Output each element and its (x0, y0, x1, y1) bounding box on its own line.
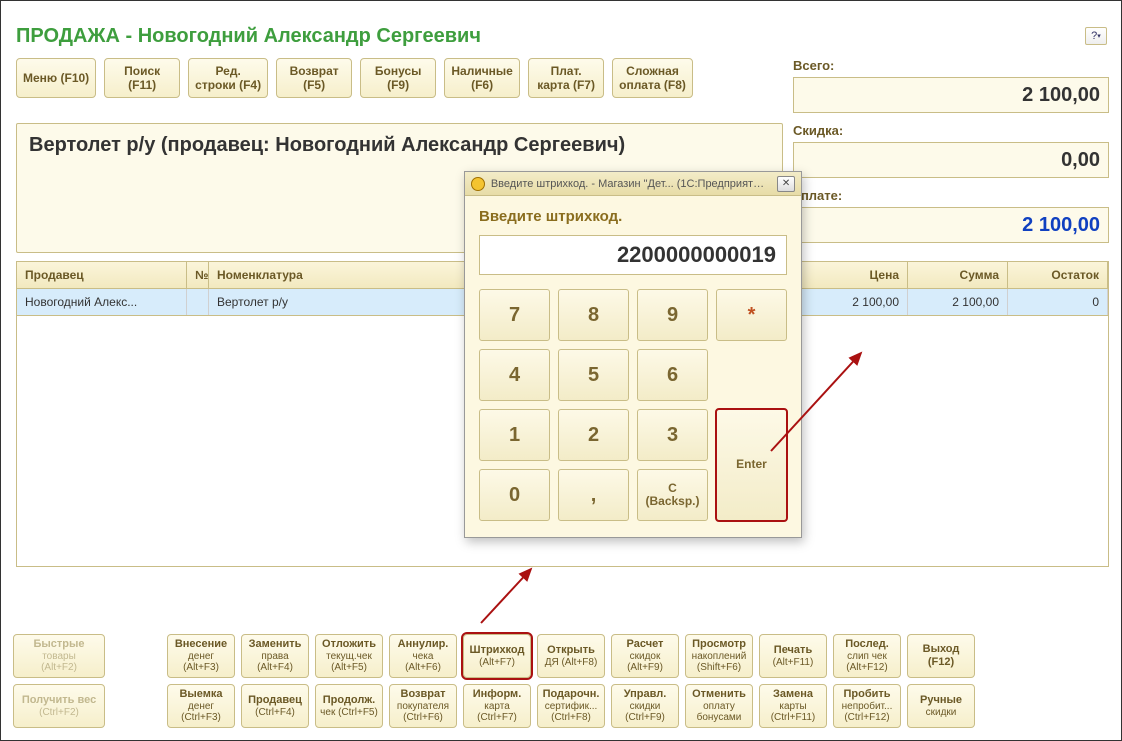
col-seller-header[interactable]: Продавец (17, 262, 187, 288)
top-button-1[interactable]: Поиск(F11) (104, 58, 180, 98)
top-button-7[interactable]: Сложнаяоплата (F8) (612, 58, 693, 98)
top-button-3[interactable]: Возврат(F5) (276, 58, 352, 98)
page-title: ПРОДАЖА - Новогодний Александр Сергеевич (1, 1, 1121, 58)
key-9[interactable]: 9 (637, 289, 708, 341)
bottom-button[interactable]: Информ.карта(Ctrl+F7) (463, 684, 531, 728)
col-rest-header[interactable]: Остаток (1008, 262, 1108, 288)
annotation-arrow-icon (476, 561, 556, 631)
key-comma[interactable]: , (558, 469, 629, 521)
bottom-button[interactable]: Расчетскидок(Alt+F9) (611, 634, 679, 678)
dialog-titlebar[interactable]: Введите штрихкод. - Магазин "Дет... (1С:… (465, 172, 801, 196)
bottom-button[interactable]: Штрихкод(Alt+F7) (463, 634, 531, 678)
top-button-4[interactable]: Бонусы(F9) (360, 58, 436, 98)
key-4[interactable]: 4 (479, 349, 550, 401)
bottom-button[interactable]: Выемкаденег(Ctrl+F3) (167, 684, 235, 728)
bottom-button[interactable]: Заменитьправа(Alt+F4) (241, 634, 309, 678)
key-1[interactable]: 1 (479, 409, 550, 461)
key-backspace[interactable]: C (Backsp.) (637, 469, 708, 521)
total-skidka-value: 0,00 (793, 142, 1109, 178)
bottom-button[interactable]: Печать(Alt+F11) (759, 634, 827, 678)
close-icon[interactable]: ✕ (777, 176, 795, 192)
bottom-button[interactable]: Ручныескидки (907, 684, 975, 728)
total-koplate-value: 2 100,00 (793, 207, 1109, 243)
bottom-button[interactable]: Отложитьтекущ.чек(Alt+F5) (315, 634, 383, 678)
key-enter[interactable]: Enter (716, 409, 787, 521)
bottom-button[interactable]: Аннулир.чека(Alt+F6) (389, 634, 457, 678)
bottom-button[interactable]: Заменакарты(Ctrl+F11) (759, 684, 827, 728)
top-button-0[interactable]: Меню (F10) (16, 58, 96, 98)
help-icon[interactable]: ?▾ (1085, 27, 1107, 45)
bottom-button[interactable]: Выход (F12) (907, 634, 975, 678)
bottom-button: Быстрыетовары(Alt+F2) (13, 634, 105, 678)
col-sum-header[interactable]: Сумма (908, 262, 1008, 288)
bottom-button[interactable]: Возвратпокупателя(Ctrl+F6) (389, 684, 457, 728)
total-vsego-value: 2 100,00 (793, 77, 1109, 113)
bottom-button[interactable]: Подарочн.сертифик...(Ctrl+F8) (537, 684, 605, 728)
top-button-2[interactable]: Ред.строки (F4) (188, 58, 268, 98)
total-vsego-label: Всего: (793, 58, 1109, 73)
bottom-button[interactable]: Продавец(Ctrl+F4) (241, 684, 309, 728)
key-5[interactable]: 5 (558, 349, 629, 401)
top-button-6[interactable]: Плат.карта (F7) (528, 58, 604, 98)
bottom-button[interactable]: Продолж.чек (Ctrl+F5) (315, 684, 383, 728)
bottom-button[interactable]: Пробитьнепробит...(Ctrl+F12) (833, 684, 901, 728)
bottom-button[interactable]: Отменитьоплатубонусами (685, 684, 753, 728)
app-icon (471, 177, 485, 191)
key-6[interactable]: 6 (637, 349, 708, 401)
bottom-button[interactable]: Послед.слип чек(Alt+F12) (833, 634, 901, 678)
key-8[interactable]: 8 (558, 289, 629, 341)
bottom-button[interactable]: Управл.скидки(Ctrl+F9) (611, 684, 679, 728)
keypad: 7 8 9 * 4 5 6 1 2 3 Enter 0 , C (Backsp.… (479, 289, 787, 521)
bottom-button[interactable]: Внесениеденег(Alt+F3) (167, 634, 235, 678)
key-multiply[interactable]: * (716, 289, 787, 341)
total-koplate-label: оплате: (793, 188, 1109, 203)
barcode-input[interactable] (479, 235, 787, 275)
total-skidka-label: Скидка: (793, 123, 1109, 138)
bottom-toolbar: Быстрыетовары(Alt+F2) Внесениеденег(Alt+F… (13, 634, 1109, 734)
col-idx-header[interactable]: № (187, 262, 209, 288)
key-2[interactable]: 2 (558, 409, 629, 461)
barcode-dialog: Введите штрихкод. - Магазин "Дет... (1С:… (464, 171, 802, 538)
key-0[interactable]: 0 (479, 469, 550, 521)
top-toolbar: Меню (F10)Поиск(F11)Ред.строки (F4)Возвр… (16, 58, 693, 98)
bottom-button[interactable]: ОткрытьДЯ (Alt+F8) (537, 634, 605, 678)
col-price-header[interactable]: Цена (798, 262, 908, 288)
key-3[interactable]: 3 (637, 409, 708, 461)
dialog-heading: Введите штрихкод. (479, 208, 787, 225)
bottom-button[interactable]: Просмотрнакоплений(Shift+F6) (685, 634, 753, 678)
key-7[interactable]: 7 (479, 289, 550, 341)
bottom-button: Получить вес(Ctrl+F2) (13, 684, 105, 728)
top-button-5[interactable]: Наличные(F6) (444, 58, 520, 98)
dialog-window-title: Введите штрихкод. - Магазин "Дет... (1С:… (491, 178, 765, 190)
